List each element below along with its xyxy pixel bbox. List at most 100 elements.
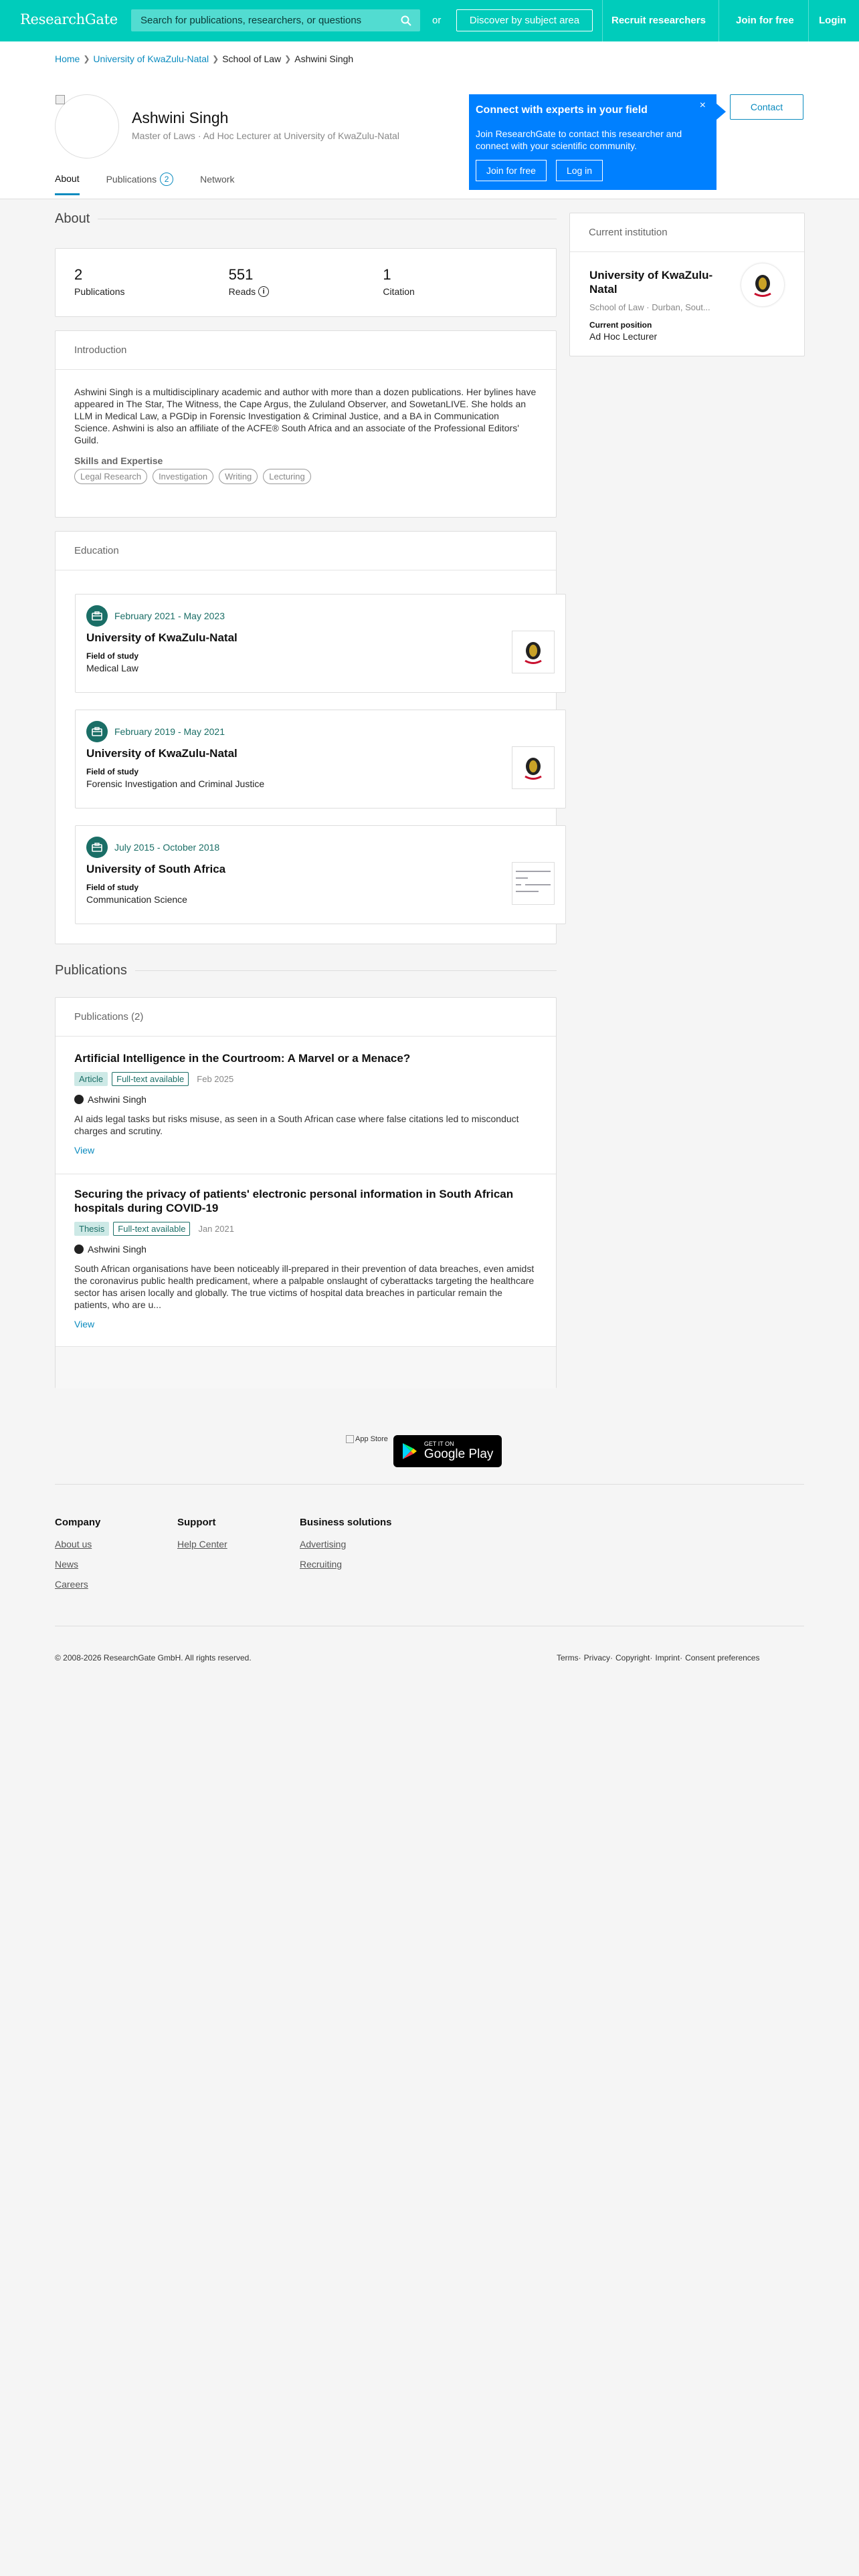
broken-image-icon <box>346 1435 354 1443</box>
view-link[interactable]: View <box>74 1319 537 1329</box>
publication-item: Artificial Intelligence in the Courtroom… <box>56 1051 556 1156</box>
author-avatar <box>74 1095 84 1104</box>
nav-divider <box>808 0 809 41</box>
broken-image-icon <box>56 95 65 104</box>
field-of-study-label: Field of study <box>86 883 138 892</box>
stat-label: Reads <box>228 286 256 297</box>
footer-company: Company About us News Careers <box>55 1517 100 1599</box>
skill-tag[interactable]: Investigation <box>153 469 214 484</box>
copyright: © 2008-2026 ResearchGate GmbH. All right… <box>55 1653 252 1662</box>
legal-link-terms[interactable]: Terms <box>557 1653 579 1662</box>
recruit-link[interactable]: Recruit researchers <box>611 15 706 26</box>
search-box[interactable]: Search for publications, researchers, or… <box>131 9 420 31</box>
footer-link-about[interactable]: About us <box>55 1539 100 1549</box>
close-icon[interactable]: × <box>700 100 706 112</box>
education-item: February 2021 - May 2023 University of K… <box>75 594 566 693</box>
connect-join-button[interactable]: Join for free <box>476 160 547 181</box>
institution-name[interactable]: University of KwaZulu-Natal <box>589 268 737 296</box>
breadcrumb: Home ❯ University of KwaZulu-Natal ❯ Sch… <box>55 53 353 64</box>
about-heading-label: About <box>55 211 90 226</box>
tab-about[interactable]: About <box>55 169 80 195</box>
breadcrumb-home[interactable]: Home <box>55 53 80 64</box>
ukzn-logo-icon[interactable] <box>741 263 784 306</box>
publications-card: Publications (2) Artificial Intelligence… <box>55 997 557 1388</box>
contact-button[interactable]: Contact <box>730 94 803 120</box>
stat-citations[interactable]: 1 Citation <box>383 266 537 297</box>
institution-card: Current institution University of KwaZul… <box>569 213 805 356</box>
stat-value: 2 <box>74 266 83 283</box>
field-of-study: Communication Science <box>86 894 187 905</box>
institution-department: School of Law · Durban, Sout... <box>589 302 710 312</box>
publications-heading: Publications <box>55 963 557 978</box>
profile-tabs: About Publications 2 Network <box>55 169 261 195</box>
publication-author[interactable]: Ashwini Singh <box>74 1244 537 1255</box>
publications-footer <box>56 1347 556 1388</box>
skill-tag[interactable]: Legal Research <box>74 469 148 484</box>
about-heading: About <box>55 211 557 227</box>
app-store-badge[interactable]: App Store <box>346 1435 388 1467</box>
stat-label: Publications <box>74 286 125 297</box>
footer-link-careers[interactable]: Careers <box>55 1579 100 1590</box>
footer-business-title: Business solutions <box>300 1517 392 1528</box>
publication-date: Jan 2021 <box>198 1224 234 1234</box>
skills-title: Skills and Expertise <box>74 455 163 466</box>
tab-publications[interactable]: Publications 2 <box>106 169 174 195</box>
education-date: February 2019 - May 2021 <box>114 726 225 737</box>
footer-link-news[interactable]: News <box>55 1559 100 1570</box>
researchgate-logo[interactable]: ResearchGate <box>20 11 118 27</box>
stats-card: 2 Publications 551 Reads i 1 Citation <box>55 248 557 317</box>
tab-publications-label: Publications <box>106 174 157 185</box>
footer-link-help[interactable]: Help Center <box>177 1539 227 1549</box>
google-play-badge[interactable]: GET IT ON Google Play <box>393 1435 502 1467</box>
profile-name: Ashwini Singh <box>132 109 229 126</box>
google-play-small: GET IT ON <box>423 1440 454 1447</box>
tab-network[interactable]: Network <box>200 169 234 195</box>
publication-author[interactable]: Ashwini Singh <box>74 1094 537 1105</box>
education-title: Education <box>74 545 119 556</box>
login-link[interactable]: Login <box>819 15 846 26</box>
tab-about-label: About <box>55 173 80 184</box>
education-school[interactable]: University of KwaZulu-Natal <box>86 631 237 645</box>
introduction-title: Introduction <box>74 344 127 356</box>
introduction-card: Introduction Ashwini Singh is a multidis… <box>55 330 557 518</box>
nav-divider <box>602 0 603 41</box>
connect-text: Join ResearchGate to contact this resear… <box>476 128 682 151</box>
footer-support-title: Support <box>177 1517 216 1528</box>
skill-tag[interactable]: Writing <box>219 469 258 484</box>
publication-title[interactable]: Artificial Intelligence in the Courtroom… <box>74 1052 410 1065</box>
publication-abstract: South African organisations have been no… <box>74 1263 535 1310</box>
discover-button[interactable]: Discover by subject area <box>456 9 593 31</box>
view-link[interactable]: View <box>74 1145 537 1156</box>
footer-support: Support Help Center <box>177 1517 227 1559</box>
stat-publications[interactable]: 2 Publications <box>74 266 229 297</box>
legal-link-privacy[interactable]: Privacy <box>584 1653 610 1662</box>
publications-count-badge: 2 <box>160 173 174 186</box>
footer-link-recruiting[interactable]: Recruiting <box>300 1559 392 1570</box>
breadcrumb-current: Ashwini Singh <box>294 53 354 64</box>
education-item: February 2019 - May 2021 University of K… <box>75 710 566 809</box>
education-date: July 2015 - October 2018 <box>114 842 220 853</box>
search-icon[interactable] <box>397 12 415 29</box>
publication-title[interactable]: Securing the privacy of patients' electr… <box>74 1187 536 1215</box>
tab-network-label: Network <box>200 174 235 185</box>
google-play-icon <box>402 1443 417 1459</box>
position-value: Ad Hoc Lecturer <box>589 331 658 342</box>
education-school[interactable]: University of South Africa <box>86 863 225 876</box>
search-input[interactable]: Search for publications, researchers, or… <box>131 15 397 26</box>
breadcrumb-university[interactable]: University of KwaZulu-Natal <box>93 53 209 64</box>
stat-value: 1 <box>383 266 391 283</box>
profile-subtitle: Master of Laws · Ad Hoc Lecturer at Univ… <box>132 130 399 141</box>
info-icon[interactable]: i <box>258 286 270 297</box>
education-item: July 2015 - October 2018 University of S… <box>75 825 566 924</box>
education-school[interactable]: University of KwaZulu-Natal <box>86 747 237 760</box>
position-label: Current position <box>589 320 652 330</box>
legal-link-imprint[interactable]: Imprint <box>655 1653 680 1662</box>
field-of-study: Medical Law <box>86 663 138 673</box>
connect-login-button[interactable]: Log in <box>555 160 603 181</box>
publications-card-title: Publications (2) <box>74 1011 144 1023</box>
legal-link-copyright[interactable]: Copyright <box>615 1653 650 1662</box>
legal-link-consent[interactable]: Consent preferences <box>685 1653 759 1662</box>
join-link[interactable]: Join for free <box>736 15 794 26</box>
skill-tag[interactable]: Lecturing <box>263 469 311 484</box>
footer-link-advertising[interactable]: Advertising <box>300 1539 392 1549</box>
